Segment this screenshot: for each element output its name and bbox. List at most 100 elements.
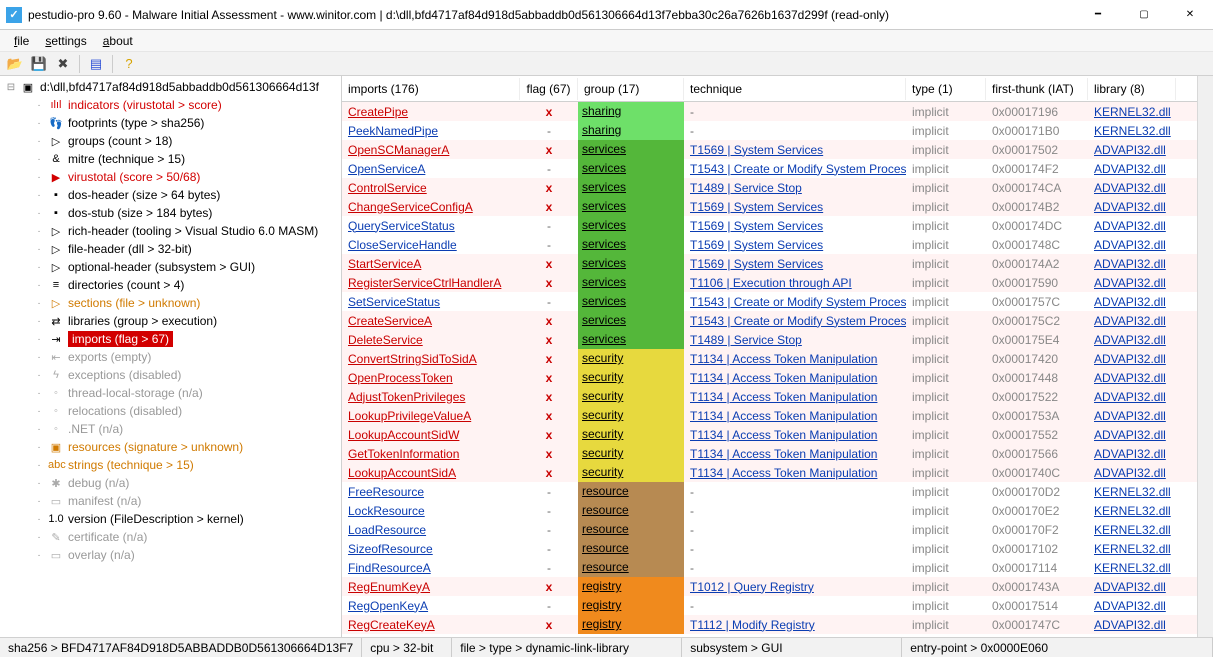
import-link[interactable]: CloseServiceHandle xyxy=(348,238,457,252)
maximize-button[interactable]: ▢ xyxy=(1121,0,1167,30)
tree-item[interactable]: ·▷file-header (dll > 32-bit) xyxy=(2,240,341,258)
technique-link[interactable]: T1134 | Access Token Manipulation xyxy=(690,466,877,480)
group-chip[interactable]: registry xyxy=(578,577,684,596)
library-link[interactable]: ADVAPI32.dll xyxy=(1094,257,1166,271)
tree-item[interactable]: ·1.0version (FileDescription > kernel) xyxy=(2,510,341,528)
library-link[interactable]: ADVAPI32.dll xyxy=(1094,466,1166,480)
library-link[interactable]: ADVAPI32.dll xyxy=(1094,333,1166,347)
group-chip[interactable]: services xyxy=(578,330,684,349)
tree-item[interactable]: ·👣footprints (type > sha256) xyxy=(2,114,341,132)
tree-item[interactable]: ·▭overlay (n/a) xyxy=(2,546,341,564)
library-link[interactable]: ADVAPI32.dll xyxy=(1094,238,1166,252)
menu-about[interactable]: about xyxy=(95,31,141,51)
library-link[interactable]: ADVAPI32.dll xyxy=(1094,352,1166,366)
grid-row[interactable]: RegisterServiceCtrlHandlerAxservicesT110… xyxy=(342,273,1197,292)
tree-root[interactable]: ⊟ ▣ d:\dll,bfd4717af84d918d5abbaddb0d561… xyxy=(2,78,341,96)
library-link[interactable]: ADVAPI32.dll xyxy=(1094,618,1166,632)
grid-row[interactable]: ConvertStringSidToSidAxsecurityT1134 | A… xyxy=(342,349,1197,368)
header-flag[interactable]: flag (67) xyxy=(520,78,578,100)
group-chip[interactable]: sharing xyxy=(578,102,684,121)
grid-row[interactable]: RegCreateKeyAxregistryT1112 | Modify Reg… xyxy=(342,615,1197,634)
tree-item[interactable]: ·ılılindicators (virustotal > score) xyxy=(2,96,341,114)
delete-icon[interactable]: ✖ xyxy=(52,54,74,74)
grid-row[interactable]: SetServiceStatus-servicesT1543 | Create … xyxy=(342,292,1197,311)
library-link[interactable]: ADVAPI32.dll xyxy=(1094,200,1166,214)
group-chip[interactable]: security xyxy=(578,387,684,406)
import-link[interactable]: SetServiceStatus xyxy=(348,295,440,309)
technique-link[interactable]: T1569 | System Services xyxy=(690,200,823,214)
import-link[interactable]: CreateServiceA xyxy=(348,314,432,328)
tree-item[interactable]: ·✱debug (n/a) xyxy=(2,474,341,492)
technique-link[interactable]: T1134 | Access Token Manipulation xyxy=(690,447,877,461)
import-link[interactable]: OpenSCManagerA xyxy=(348,143,449,157)
import-link[interactable]: CreatePipe xyxy=(348,105,408,119)
grid-row[interactable]: FindResourceA-resource-implicit0x0001711… xyxy=(342,558,1197,577)
group-chip[interactable]: resource xyxy=(578,520,684,539)
import-link[interactable]: GetTokenInformation xyxy=(348,447,459,461)
library-link[interactable]: ADVAPI32.dll xyxy=(1094,162,1166,176)
collapse-icon[interactable]: ⊟ xyxy=(4,82,18,93)
technique-link[interactable]: T1134 | Access Token Manipulation xyxy=(690,371,877,385)
library-link[interactable]: ADVAPI32.dll xyxy=(1094,219,1166,233)
grid-row[interactable]: LookupAccountSidAxsecurityT1134 | Access… xyxy=(342,463,1197,482)
technique-link[interactable]: T1569 | System Services xyxy=(690,219,823,233)
vertical-scrollbar[interactable] xyxy=(1197,76,1213,637)
group-chip[interactable]: services xyxy=(578,311,684,330)
grid-row[interactable]: RegOpenKeyA-registry-implicit0x00017514A… xyxy=(342,596,1197,615)
grid-row[interactable]: QueryServiceStatus-servicesT1569 | Syste… xyxy=(342,216,1197,235)
grid-row[interactable]: ControlServicexservicesT1489 | Service S… xyxy=(342,178,1197,197)
library-link[interactable]: ADVAPI32.dll xyxy=(1094,447,1166,461)
library-link[interactable]: ADVAPI32.dll xyxy=(1094,181,1166,195)
technique-link[interactable]: T1569 | System Services xyxy=(690,143,823,157)
group-chip[interactable]: security xyxy=(578,406,684,425)
group-chip[interactable]: registry xyxy=(578,596,684,615)
library-link[interactable]: ADVAPI32.dll xyxy=(1094,314,1166,328)
grid-row[interactable]: ChangeServiceConfigAxservicesT1569 | Sys… xyxy=(342,197,1197,216)
grid-row[interactable]: LockResource-resource-implicit0x000170E2… xyxy=(342,501,1197,520)
library-link[interactable]: ADVAPI32.dll xyxy=(1094,428,1166,442)
import-link[interactable]: RegisterServiceCtrlHandlerA xyxy=(348,276,501,290)
tree-item[interactable]: ·▣resources (signature > unknown) xyxy=(2,438,341,456)
technique-link[interactable]: T1569 | System Services xyxy=(690,238,823,252)
group-chip[interactable]: services xyxy=(578,178,684,197)
group-chip[interactable]: registry xyxy=(578,615,684,634)
tree-item[interactable]: ·▶virustotal (score > 50/68) xyxy=(2,168,341,186)
group-chip[interactable]: security xyxy=(578,349,684,368)
group-chip[interactable]: resource xyxy=(578,482,684,501)
grid-row[interactable]: LookupAccountSidWxsecurityT1134 | Access… xyxy=(342,425,1197,444)
group-chip[interactable]: security xyxy=(578,444,684,463)
grid-row[interactable]: CreatePipexsharing-implicit0x00017196KER… xyxy=(342,102,1197,121)
technique-link[interactable]: T1543 | Create or Modify System Process xyxy=(690,295,906,309)
open-icon[interactable]: 📂 xyxy=(4,54,26,74)
import-link[interactable]: LookupAccountSidA xyxy=(348,466,456,480)
library-link[interactable]: KERNEL32.dll xyxy=(1094,561,1171,575)
technique-link[interactable]: T1489 | Service Stop xyxy=(690,333,802,347)
grid-row[interactable]: SizeofResource-resource-implicit0x000171… xyxy=(342,539,1197,558)
group-chip[interactable]: services xyxy=(578,254,684,273)
library-link[interactable]: ADVAPI32.dll xyxy=(1094,143,1166,157)
group-chip[interactable]: resource xyxy=(578,501,684,520)
grid-row[interactable]: GetTokenInformationxsecurityT1134 | Acce… xyxy=(342,444,1197,463)
group-chip[interactable]: resource xyxy=(578,558,684,577)
save-icon[interactable]: 💾 xyxy=(28,54,50,74)
library-link[interactable]: KERNEL32.dll xyxy=(1094,105,1171,119)
grid-row[interactable]: LookupPrivilegeValueAxsecurityT1134 | Ac… xyxy=(342,406,1197,425)
import-link[interactable]: DeleteService xyxy=(348,333,423,347)
group-chip[interactable]: sharing xyxy=(578,121,684,140)
tree-item[interactable]: ·▪dos-header (size > 64 bytes) xyxy=(2,186,341,204)
group-chip[interactable]: resource xyxy=(578,539,684,558)
import-link[interactable]: LookupAccountSidW xyxy=(348,428,459,442)
tree-item[interactable]: ·▷sections (file > unknown) xyxy=(2,294,341,312)
technique-link[interactable]: T1134 | Access Token Manipulation xyxy=(690,352,877,366)
header-first-thunk[interactable]: first-thunk (IAT) xyxy=(986,78,1088,100)
tree-item[interactable]: ·◦relocations (disabled) xyxy=(2,402,341,420)
tree-item[interactable]: ·abcstrings (technique > 15) xyxy=(2,456,341,474)
import-link[interactable]: FindResourceA xyxy=(348,561,431,575)
tree-item[interactable]: ·◦thread-local-storage (n/a) xyxy=(2,384,341,402)
import-link[interactable]: QueryServiceStatus xyxy=(348,219,455,233)
group-chip[interactable]: services xyxy=(578,140,684,159)
grid-row[interactable]: DeleteServicexservicesT1489 | Service St… xyxy=(342,330,1197,349)
import-link[interactable]: PeekNamedPipe xyxy=(348,124,438,138)
header-imports[interactable]: imports (176) xyxy=(342,78,520,100)
grid-row[interactable]: PeekNamedPipe-sharing-implicit0x000171B0… xyxy=(342,121,1197,140)
